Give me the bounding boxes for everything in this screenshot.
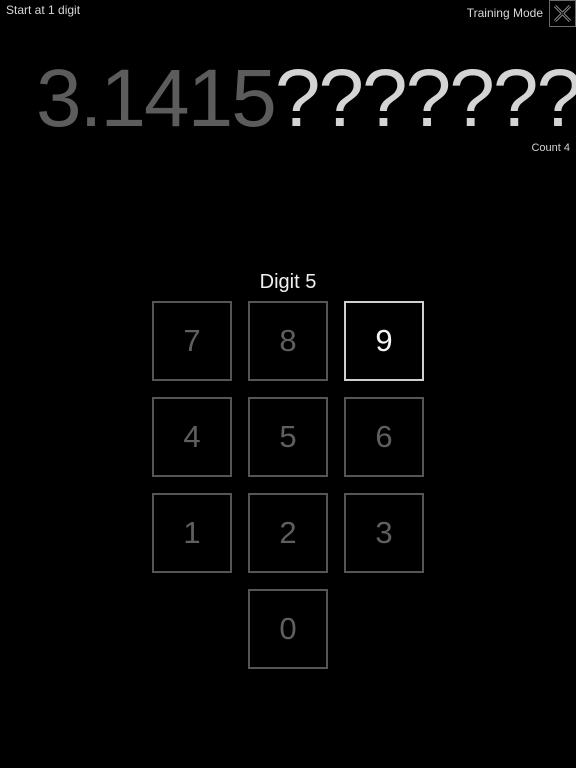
count-label: Count 4 xyxy=(531,142,570,154)
close-button[interactable] xyxy=(549,0,576,27)
pi-digits-display: 3.1415??????? xyxy=(36,58,576,140)
key-6[interactable]: 6 xyxy=(344,397,424,477)
current-digit-label: Digit 5 xyxy=(259,271,317,293)
training-mode-label: Training Mode xyxy=(466,6,543,20)
known-digits: 3.1415 xyxy=(36,53,277,144)
key-3[interactable]: 3 xyxy=(344,493,424,573)
start-at-digit-label[interactable]: Start at 1 digit xyxy=(6,3,80,17)
key-7[interactable]: 7 xyxy=(152,301,232,381)
key-2[interactable]: 2 xyxy=(248,493,328,573)
key-0[interactable]: 0 xyxy=(248,589,328,669)
key-9[interactable]: 9 xyxy=(344,301,424,381)
close-x-icon xyxy=(553,4,572,23)
key-8[interactable]: 8 xyxy=(248,301,328,381)
key-1[interactable]: 1 xyxy=(152,493,232,573)
key-5[interactable]: 5 xyxy=(248,397,328,477)
unknown-digits: ??????? xyxy=(274,53,576,144)
key-4[interactable]: 4 xyxy=(152,397,232,477)
